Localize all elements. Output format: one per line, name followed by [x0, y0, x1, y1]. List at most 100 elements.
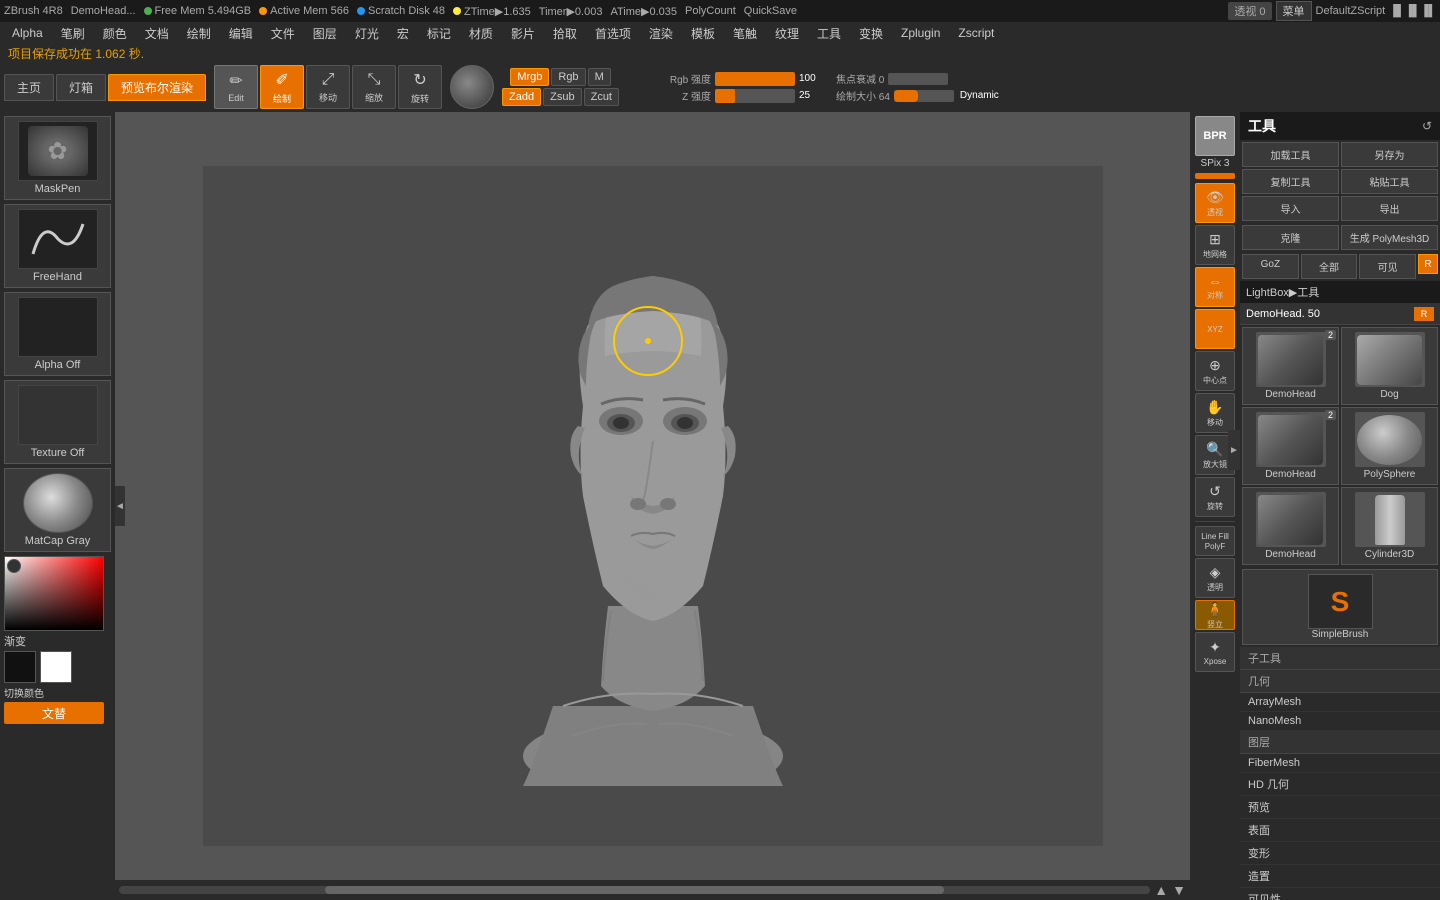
export-btn[interactable]: 导出: [1341, 196, 1438, 221]
clone-btn[interactable]: 克隆: [1242, 225, 1339, 250]
menu-color[interactable]: 颜色: [95, 23, 135, 44]
menu-doc[interactable]: 文档: [137, 23, 177, 44]
array-mesh-item[interactable]: ArrayMesh: [1240, 693, 1440, 712]
menu-edit[interactable]: 编辑: [221, 23, 261, 44]
dynamic-rt-btn[interactable]: 🧍 竖立: [1195, 600, 1235, 630]
all-btn[interactable]: 全部: [1301, 254, 1358, 279]
rgb-btn[interactable]: Rgb: [551, 68, 585, 86]
tool-item-demohead-2[interactable]: 2 DemoHead: [1242, 407, 1339, 485]
bpr-btn[interactable]: BPR: [1195, 116, 1235, 156]
morph-item[interactable]: 变形: [1240, 842, 1440, 865]
nano-mesh-item[interactable]: NanoMesh: [1240, 712, 1440, 731]
home-tab[interactable]: 主页: [4, 74, 54, 101]
import-btn[interactable]: 导入: [1242, 196, 1339, 221]
tool-item-dog[interactable]: Dog: [1341, 327, 1438, 405]
m-btn[interactable]: M: [588, 68, 611, 86]
draw-size-slider[interactable]: [894, 90, 954, 102]
brush-preview[interactable]: [450, 65, 494, 109]
grid-btn[interactable]: ⊞ 地网格: [1195, 225, 1235, 265]
menu-transform[interactable]: 变换: [851, 23, 891, 44]
menu-movie[interactable]: 影片: [503, 23, 543, 44]
focal-slider[interactable]: [888, 73, 948, 85]
menu-draw[interactable]: 绘制: [179, 23, 219, 44]
mask-pen-brush[interactable]: ✿ MaskPen: [4, 116, 111, 200]
menu-light[interactable]: 灯光: [347, 23, 387, 44]
menu-pickup[interactable]: 拾取: [545, 23, 585, 44]
lightbox-tab[interactable]: 灯箱: [56, 74, 106, 101]
edit-btn[interactable]: ✏ Edit: [214, 65, 258, 109]
surface-item[interactable]: 表面: [1240, 819, 1440, 842]
load-tool-btn[interactable]: 加载工具: [1242, 142, 1339, 167]
menu-btn[interactable]: 菜单: [1276, 1, 1312, 21]
layers-header[interactable]: 图层: [1240, 731, 1440, 754]
canvas-area[interactable]: ◄: [115, 112, 1190, 900]
center-btn[interactable]: ⊕ 中心点: [1195, 351, 1235, 391]
color-gradient[interactable]: [4, 556, 104, 631]
menu-macro[interactable]: 宏: [389, 23, 417, 44]
rotate-rt-btn[interactable]: ↺ 旋转: [1195, 477, 1235, 517]
rotate-btn[interactable]: ↻ 旋转: [398, 65, 442, 109]
draw-btn[interactable]: ✐ 绘制: [260, 65, 304, 109]
goz-btn[interactable]: GoZ: [1242, 254, 1299, 279]
symmetry-btn[interactable]: ⇔ 对称: [1195, 267, 1235, 307]
menu-tool[interactable]: 工具: [809, 23, 849, 44]
mrgb-btn[interactable]: Mrgb: [510, 68, 549, 86]
make-poly-btn[interactable]: 生成 PolyMesh3D: [1341, 225, 1438, 250]
menu-zplugin[interactable]: Zplugin: [893, 24, 948, 42]
white-swatch[interactable]: [40, 651, 72, 683]
preview-tab[interactable]: 预览布尔渲染: [108, 74, 206, 101]
tool-item-demohead-1[interactable]: 2 DemoHead: [1242, 327, 1339, 405]
quick-save-btn[interactable]: QuickSave: [744, 5, 797, 17]
simple-brush-item[interactable]: S SimpleBrush: [1242, 569, 1438, 645]
matcap-card[interactable]: MatCap Gray: [4, 468, 111, 552]
menu-stroke[interactable]: 笔触: [725, 23, 765, 44]
scroll-up-arrow[interactable]: ▲: [1154, 882, 1168, 898]
menu-layer[interactable]: 图层: [305, 23, 345, 44]
menu-texture[interactable]: 纹理: [767, 23, 807, 44]
xyz-btn[interactable]: XYZ: [1195, 309, 1235, 349]
current-tool-r-btn[interactable]: R: [1414, 307, 1434, 321]
rgb-intensity-slider[interactable]: [715, 72, 795, 86]
lightbox-label[interactable]: LightBox▶工具: [1240, 281, 1440, 304]
zsub-btn[interactable]: Zsub: [543, 88, 581, 106]
menu-brush[interactable]: 笔刷: [53, 23, 93, 44]
subtool-header[interactable]: 子工具: [1240, 647, 1440, 670]
linefill-btn[interactable]: Line Fill PolyF: [1195, 526, 1235, 556]
scroll-down-arrow[interactable]: ▼: [1172, 882, 1186, 898]
move-rt-btn[interactable]: ✋ 移动: [1195, 393, 1235, 433]
z-intensity-slider[interactable]: [715, 89, 795, 103]
copy-tool-btn[interactable]: 复制工具: [1242, 169, 1339, 194]
geometry-header[interactable]: 几何: [1240, 670, 1440, 693]
menu-template[interactable]: 模板: [683, 23, 723, 44]
view-btn[interactable]: 👁 透视: [1195, 183, 1235, 223]
left-collapse-arrow[interactable]: ◄: [115, 486, 125, 526]
menu-render[interactable]: 渲染: [641, 23, 681, 44]
r-btn[interactable]: R: [1418, 254, 1438, 274]
menu-alpha[interactable]: Alpha: [4, 24, 51, 42]
menu-zscript[interactable]: Zscript: [950, 24, 1002, 42]
transparent-btn[interactable]: ◈ 透明: [1195, 558, 1235, 598]
text-btn[interactable]: 文替: [4, 702, 104, 724]
tool-item-cylinder[interactable]: Cylinder3D: [1341, 487, 1438, 565]
visibility-item[interactable]: 可见性: [1240, 888, 1440, 900]
alpha-card[interactable]: Alpha Off: [4, 292, 111, 376]
dynamic-btn[interactable]: Dynamic: [960, 90, 999, 101]
visible-btn[interactable]: 可见: [1359, 254, 1416, 279]
zcut-btn[interactable]: Zcut: [584, 88, 619, 106]
scale-btn[interactable]: ⤡ 缩放: [352, 65, 396, 109]
right-collapse-arrow[interactable]: ►: [1228, 430, 1240, 470]
tool-item-demohead-3[interactable]: DemoHead: [1242, 487, 1339, 565]
paste-tool-btn[interactable]: 粘贴工具: [1341, 169, 1438, 194]
zadd-btn[interactable]: Zadd: [502, 88, 541, 106]
menu-mark[interactable]: 标记: [419, 23, 459, 44]
texture-card[interactable]: Texture Off: [4, 380, 111, 464]
tool-item-polysphere[interactable]: PolySphere: [1341, 407, 1438, 485]
menu-file[interactable]: 文件: [263, 23, 303, 44]
tool-item-list[interactable]: 造置: [1240, 865, 1440, 888]
freehand-brush[interactable]: FreeHand: [4, 204, 111, 288]
menu-material[interactable]: 材质: [461, 23, 501, 44]
preview-item[interactable]: 预览: [1240, 796, 1440, 819]
menu-prefs[interactable]: 首选项: [587, 23, 639, 44]
save-tool-btn[interactable]: 另存为: [1341, 142, 1438, 167]
move-btn[interactable]: ⤢ 移动: [306, 65, 350, 109]
